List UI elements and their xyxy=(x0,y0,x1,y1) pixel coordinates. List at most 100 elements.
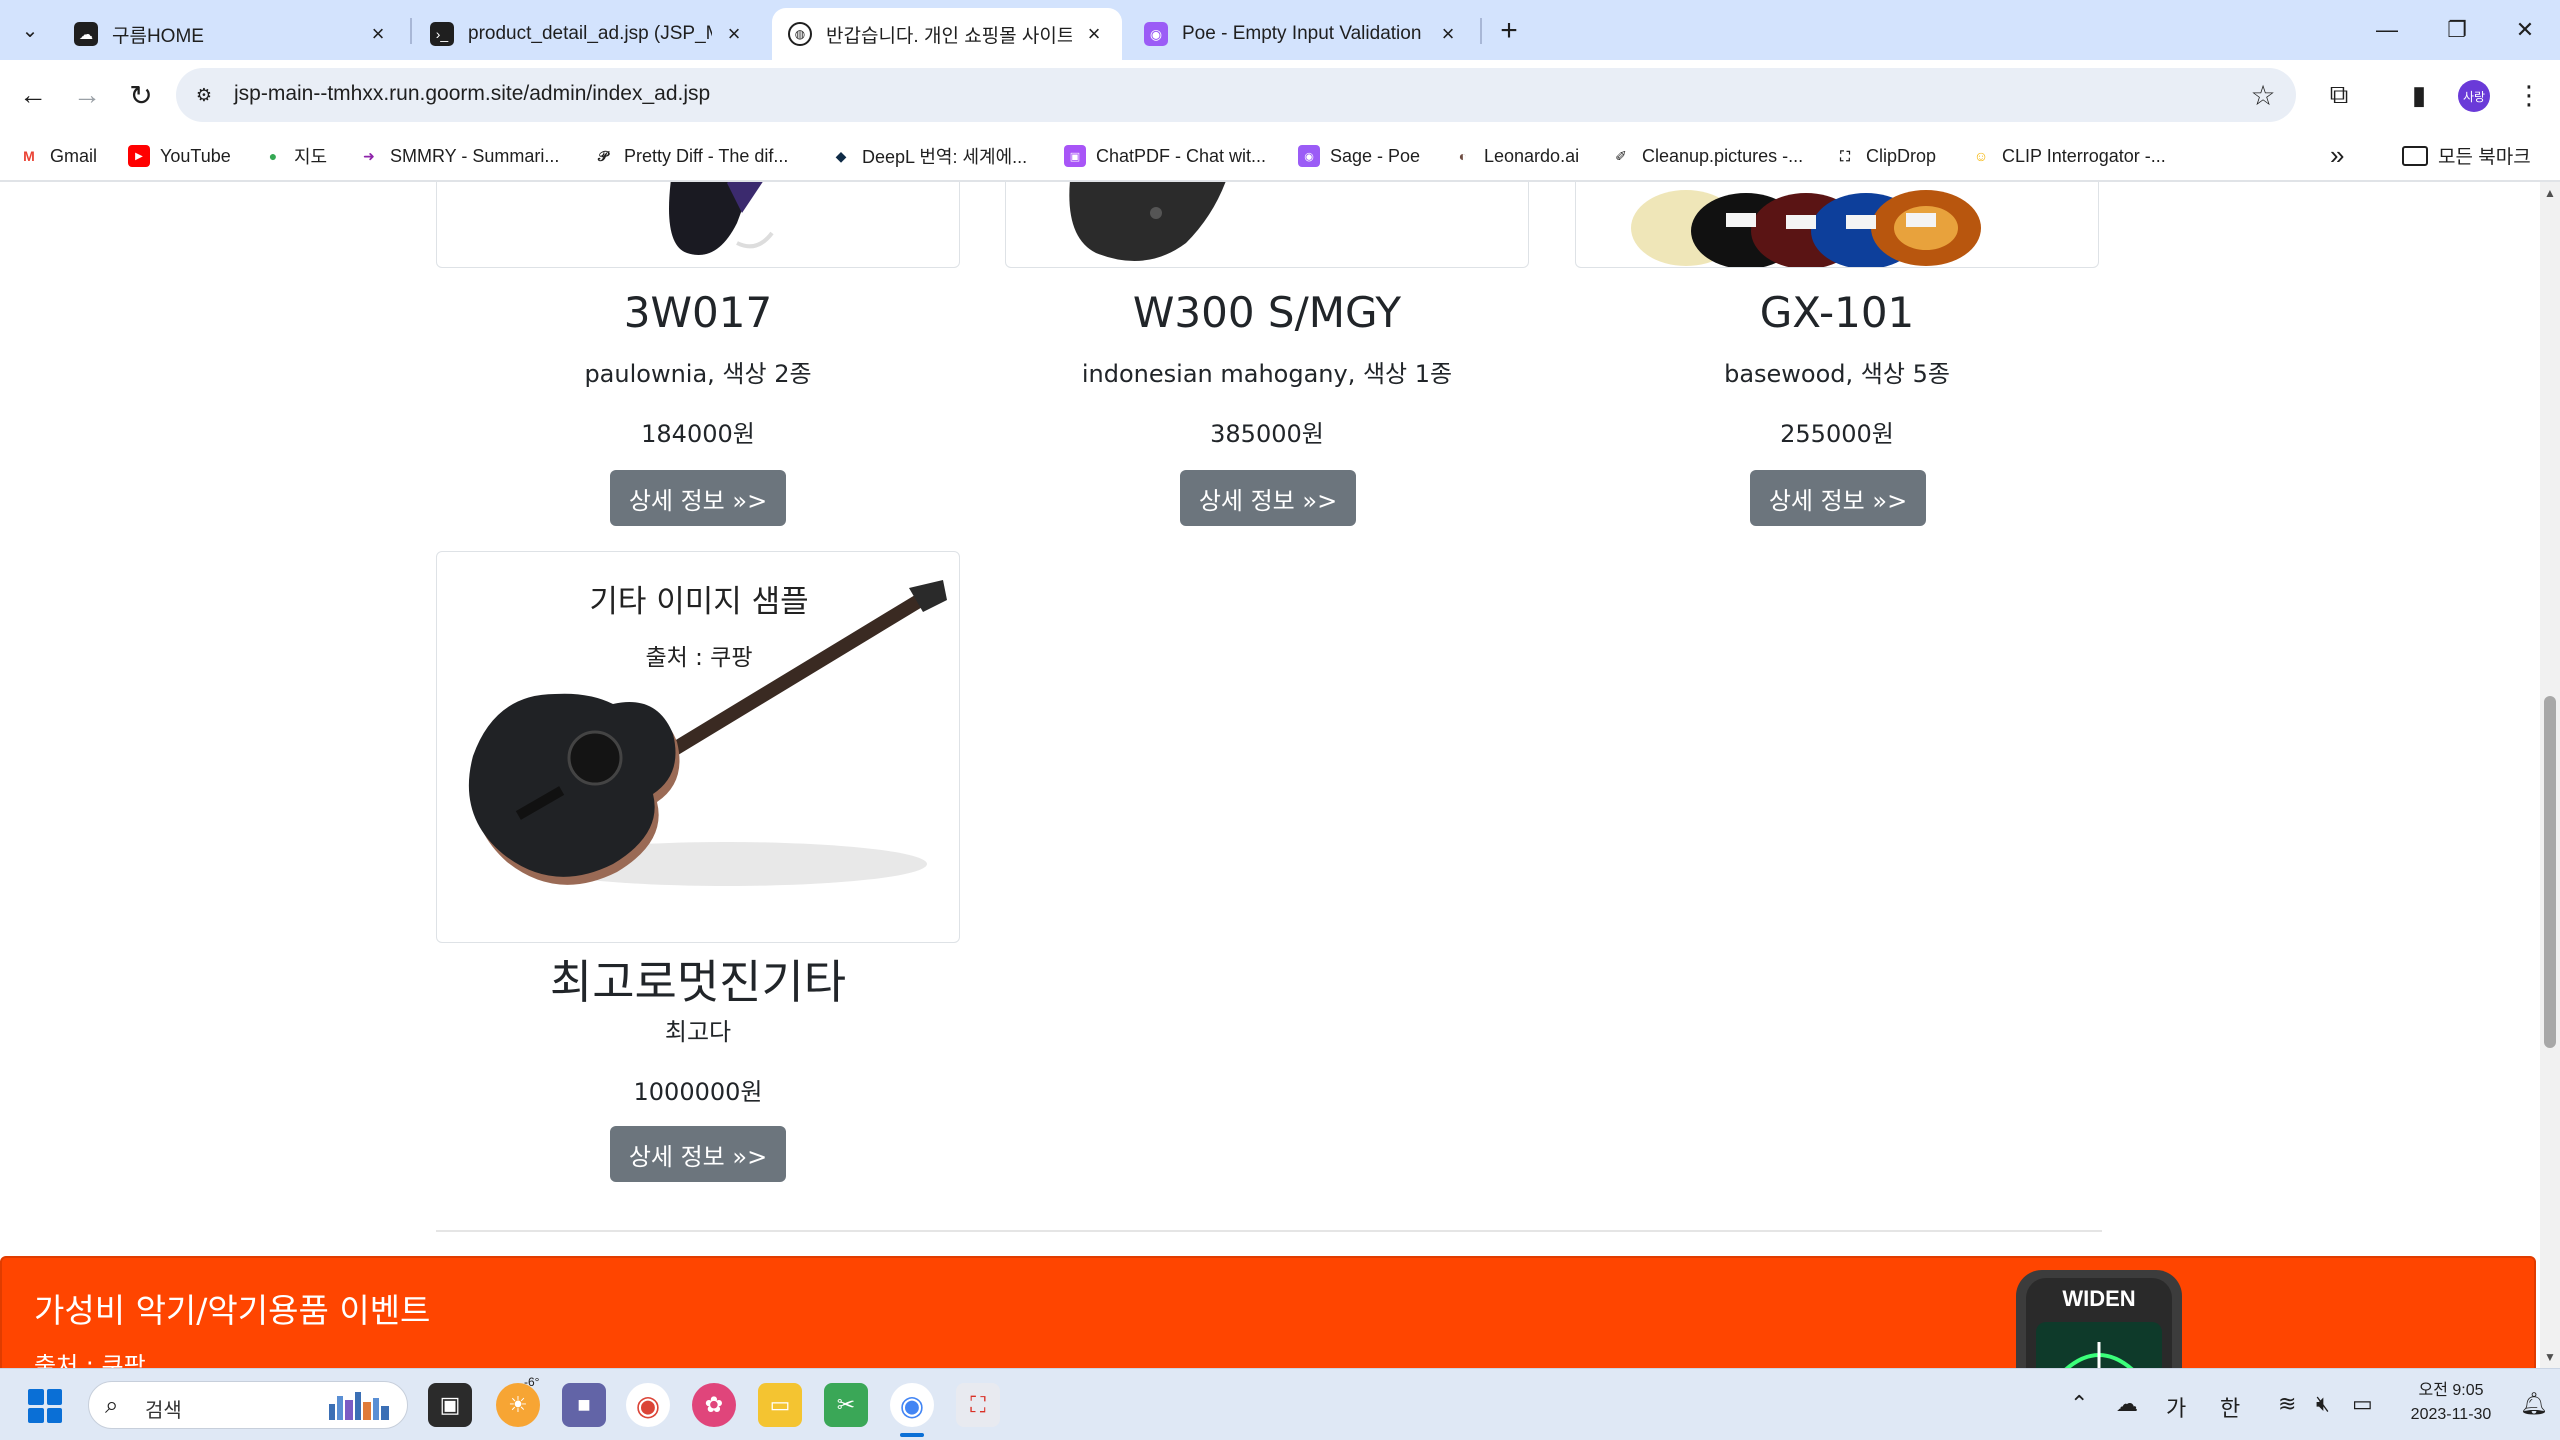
bookmark-label: YouTube xyxy=(160,145,231,166)
product-price: 1000000원 xyxy=(633,1078,763,1106)
event-banner[interactable]: 가성비 악기/악기용품 이벤트 출처 : 쿠팡 WIDEN xyxy=(0,1256,2536,1368)
arrow-icon: ➜ xyxy=(363,147,375,164)
bookmark-maps[interactable]: ● 지도 xyxy=(262,142,327,170)
snipping-tool-icon[interactable]: ✂ xyxy=(824,1383,868,1427)
bookmark-gmail[interactable]: M Gmail xyxy=(18,142,97,170)
kebab-menu-icon[interactable]: ⋮ xyxy=(2508,74,2550,116)
bookmark-chatpdf[interactable]: ▣ ChatPDF - Chat wit... xyxy=(1064,142,1266,170)
site-settings-icon[interactable]: ⚙ xyxy=(190,81,218,109)
windows-taskbar: ⌕ 검색 ▣ ☀ -6° ■ ◉ ✿ ▭ ✂ ◉ ⛶ ⌃ ☁ 가 한 ≋ 🔇︎ … xyxy=(0,1368,2560,1440)
tab-title: 반갑습니다. 개인 쇼핑몰 사이트 xyxy=(826,25,1072,47)
bookmark-clipdrop[interactable]: ⛶ ClipDrop xyxy=(1834,142,1936,170)
deepl-icon: ◆ xyxy=(835,147,847,164)
bookmark-leonardo[interactable]: ◐ Leonardo.ai xyxy=(1452,142,1579,170)
tab-product-detail[interactable]: ›_ product_detail_ad.jsp (JSP_MAI × xyxy=(414,8,762,60)
battery-icon[interactable]: ▭ xyxy=(2352,1391,2373,1417)
tab-separator xyxy=(410,18,412,44)
tab-separator xyxy=(1480,18,1482,44)
cleanup-icon: ✐ xyxy=(1615,147,1627,164)
bookmark-label: ClipDrop xyxy=(1866,145,1937,166)
teams-meet-icon[interactable]: ■ xyxy=(562,1383,606,1427)
back-arrow-icon[interactable]: ← xyxy=(10,72,56,118)
new-tab-button[interactable]: + xyxy=(1490,12,1528,50)
product-name: 3W017 xyxy=(623,288,773,337)
system-clock[interactable]: 오전 9:05 2023-11-30 xyxy=(2396,1379,2506,1427)
product-name: GX-101 xyxy=(1759,288,1915,337)
weather-icon[interactable]: ☀ xyxy=(496,1383,540,1427)
extensions-puzzle-icon[interactable]: ⧉ xyxy=(2318,74,2360,116)
gmail-icon: M xyxy=(23,148,35,164)
bookmark-sage-poe[interactable]: ◉ Sage - Poe xyxy=(1298,142,1420,170)
side-panel-icon[interactable]: ▮ xyxy=(2398,74,2440,116)
bookmark-clip-interrogator[interactable]: ☺ CLIP Interrogator -... xyxy=(1970,142,2166,170)
page-scrollbar[interactable]: ▲ ▼ xyxy=(2540,182,2560,1368)
taskbar-search-box[interactable]: ⌕ 검색 xyxy=(88,1381,408,1429)
screen-capture-icon[interactable]: ⛶ xyxy=(956,1383,1000,1427)
bookmark-cleanup[interactable]: ✐ Cleanup.pictures -... xyxy=(1610,142,1803,170)
leonardo-icon: ◐ xyxy=(1458,148,1468,164)
speaker-muted-icon[interactable]: 🔇︎ xyxy=(2316,1391,2330,1417)
onedrive-error-icon[interactable]: ☁ xyxy=(2116,1391,2138,1417)
close-icon[interactable]: × xyxy=(1082,21,1106,46)
browser-toolbar: ← → ↻ ⚙ jsp-main--tmhxx.run.goorm.site/a… xyxy=(0,60,2560,130)
detail-info-button[interactable]: 상세 정보 »> xyxy=(610,1126,786,1182)
bookmark-pretty-diff[interactable]: 𝒫 Pretty Diff - The dif... xyxy=(592,142,788,170)
city-skyline-icon xyxy=(329,1392,389,1420)
tab-poe[interactable]: ◉ Poe - Empty Input Validation × xyxy=(1128,8,1476,60)
clipdrop-icon: ⛶ xyxy=(1840,147,1850,164)
product-price: 385000원 xyxy=(1210,420,1324,448)
bookmark-smmry[interactable]: ➜ SMMRY - Summari... xyxy=(358,142,559,170)
chrome-icon[interactable]: ◉ xyxy=(626,1383,670,1427)
photos-app-icon[interactable]: ✿ xyxy=(692,1383,736,1427)
tab-search-chevron-icon[interactable]: ⌄ xyxy=(12,12,48,48)
wifi-icon[interactable]: ≋ xyxy=(2278,1391,2296,1417)
folder-icon xyxy=(2402,145,2428,166)
file-explorer-icon[interactable]: ▭ xyxy=(758,1383,802,1427)
product-price: 184000원 xyxy=(641,420,755,448)
bookmark-youtube[interactable]: ▶ YouTube xyxy=(128,142,231,170)
tuner-brand-label: WIDEN xyxy=(2062,1286,2135,1311)
tray-overflow-chevron-icon[interactable]: ⌃ xyxy=(2070,1391,2088,1417)
scrollbar-thumb[interactable] xyxy=(2544,696,2556,1048)
close-icon[interactable]: × xyxy=(722,21,746,46)
tab-goorm-home[interactable]: ☁ 구름HOME × xyxy=(58,8,406,60)
taskbar-search-placeholder: 검색 xyxy=(145,1400,182,1422)
close-icon[interactable]: × xyxy=(366,21,390,46)
windows-start-icon[interactable] xyxy=(28,1389,62,1423)
close-icon[interactable]: × xyxy=(1436,21,1460,46)
detail-info-button[interactable]: 상세 정보 »> xyxy=(610,470,786,526)
url-text[interactable]: jsp-main--tmhxx.run.goorm.site/admin/ind… xyxy=(234,82,710,106)
search-icon: ⌕ xyxy=(105,1392,119,1419)
ime-mode-indicator[interactable]: 가 xyxy=(2166,1391,2186,1423)
restore-icon[interactable]: ❐ xyxy=(2422,0,2492,60)
profile-avatar[interactable]: 사랑 xyxy=(2458,80,2490,112)
pretty-diff-icon: 𝒫 xyxy=(597,147,609,164)
all-bookmarks-label: 모든 북마크 xyxy=(2438,147,2531,168)
tab-title: Poe - Empty Input Validation xyxy=(1182,23,1422,44)
product-description: basewood, 색상 5종 xyxy=(1724,360,1950,388)
bookmark-label: ChatPDF - Chat wit... xyxy=(1096,145,1267,166)
all-bookmarks-button[interactable]: 모든 북마크 xyxy=(2402,142,2531,169)
tab-shopping-site[interactable]: ◍ 반갑습니다. 개인 쇼핑몰 사이트 × xyxy=(772,8,1122,60)
window-close-icon[interactable]: ✕ xyxy=(2490,0,2560,60)
task-view-icon[interactable]: ▣ xyxy=(428,1383,472,1427)
reload-icon[interactable]: ↻ xyxy=(118,72,164,118)
scroll-down-arrow-icon[interactable]: ▼ xyxy=(2544,1350,2556,1364)
scroll-up-arrow-icon[interactable]: ▲ xyxy=(2544,186,2556,200)
ime-language-indicator[interactable]: 한 xyxy=(2220,1391,2240,1423)
bookmark-label: Leonardo.ai xyxy=(1484,145,1580,166)
notification-bell-icon[interactable]: 🔔︎ xyxy=(2520,1391,2548,1417)
detail-info-button[interactable]: 상세 정보 »> xyxy=(1750,470,1926,526)
chrome-profile-icon[interactable]: ◉ xyxy=(890,1383,934,1427)
forward-arrow-icon[interactable]: → xyxy=(64,72,110,118)
detail-info-button[interactable]: 상세 정보 »> xyxy=(1180,470,1356,526)
poe-icon: ◉ xyxy=(1144,22,1168,46)
bookmark-label: Gmail xyxy=(50,145,98,166)
banner-title: 가성비 악기/악기용품 이벤트 xyxy=(34,1291,431,1330)
address-bar[interactable]: ⚙ jsp-main--tmhxx.run.goorm.site/admin/i… xyxy=(176,68,2296,122)
bookmarks-overflow-icon[interactable]: » xyxy=(2330,140,2344,171)
tab-title: product_detail_ad.jsp (JSP_MAI xyxy=(468,23,712,44)
bookmark-star-icon[interactable]: ☆ xyxy=(2246,78,2280,112)
minimize-icon[interactable]: — xyxy=(2352,0,2422,60)
bookmark-deepl[interactable]: ◆ DeepL 번역: 세계에... xyxy=(830,142,1028,170)
